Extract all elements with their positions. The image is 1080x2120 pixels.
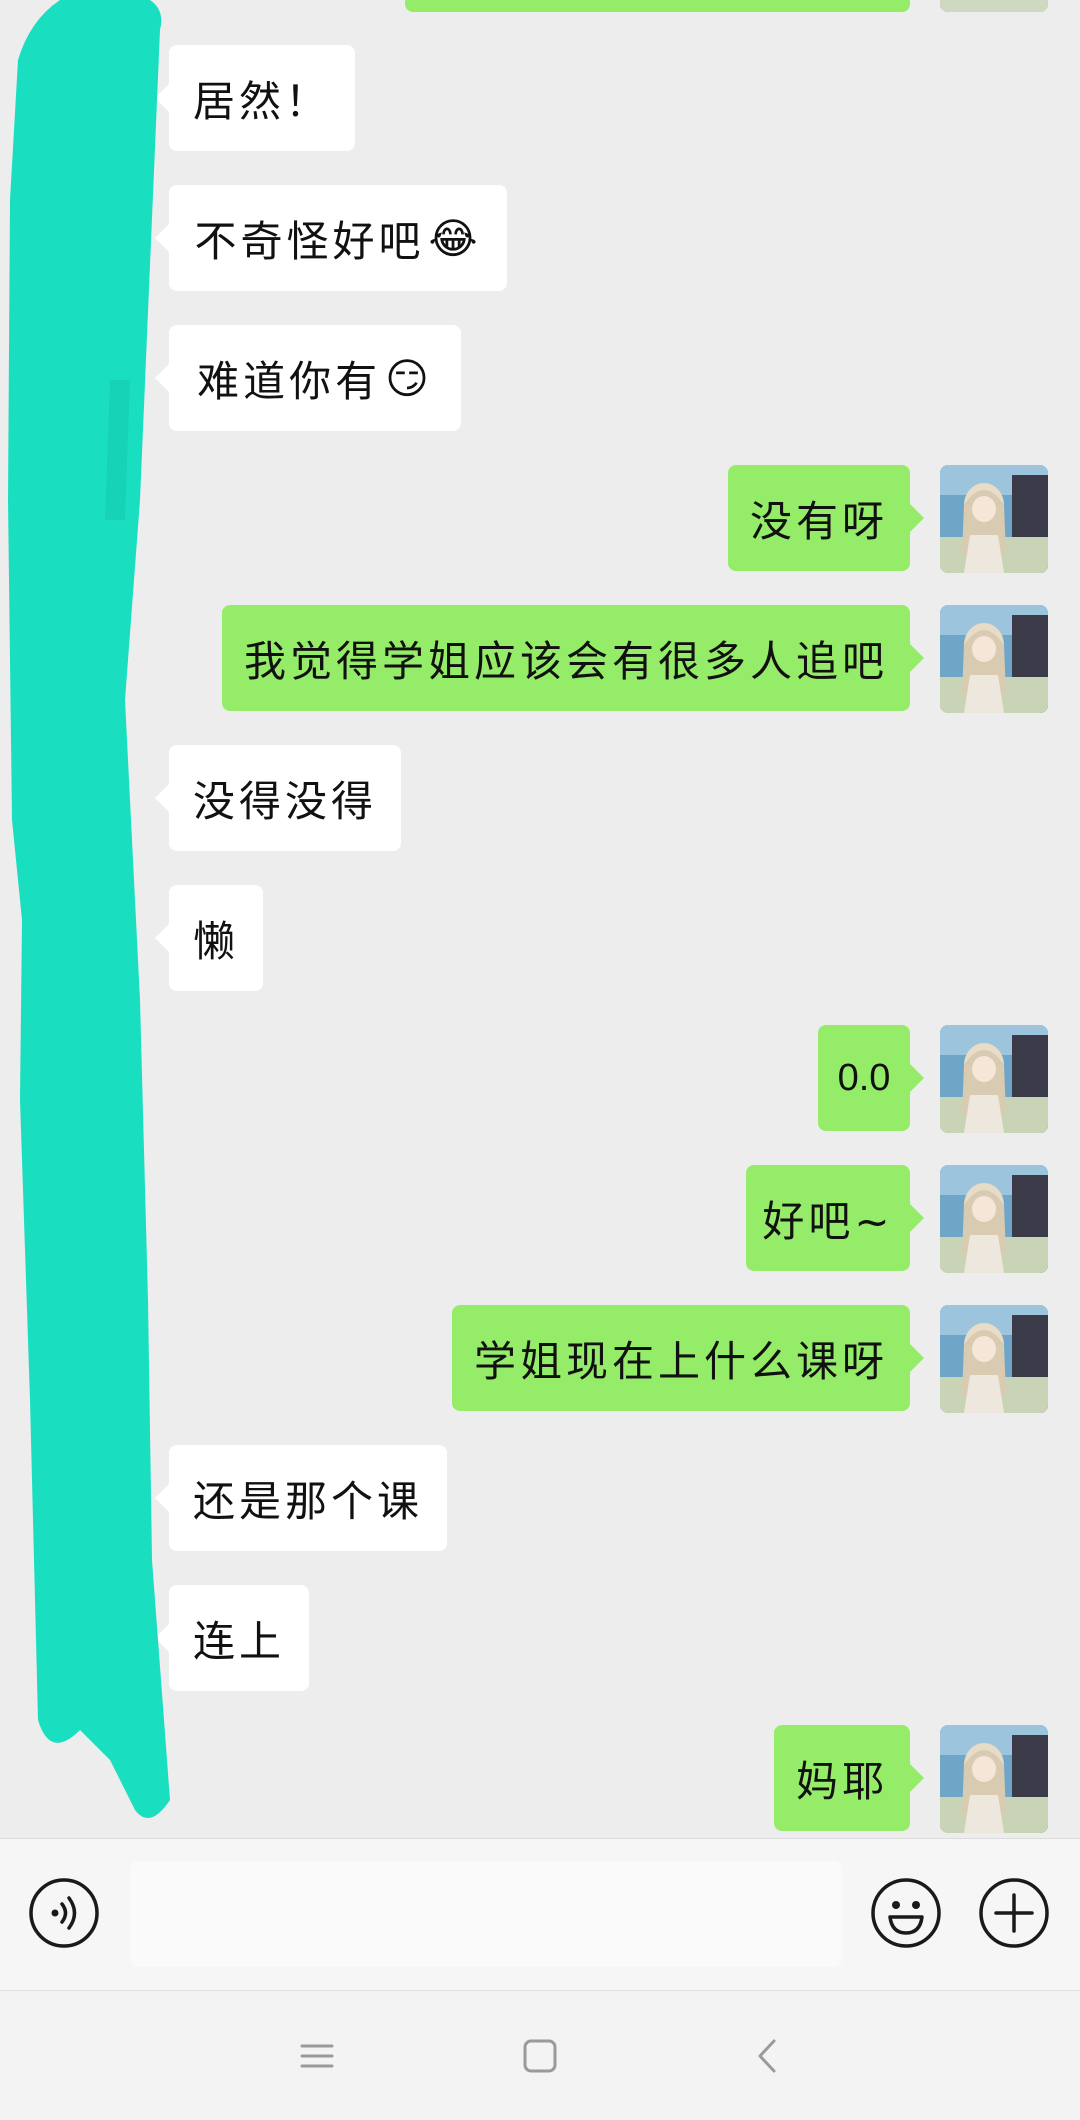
message-bubble[interactable]: 还是那个课 (155, 1445, 447, 1551)
avatar[interactable] (940, 1725, 1048, 1833)
home-icon (523, 2039, 557, 2073)
message-text: 学姐现在上什么课呀 (473, 1336, 888, 1386)
message-bubble[interactable]: 难道你有 😏 (155, 325, 461, 431)
emoji-button[interactable] (870, 1877, 942, 1949)
message-text: 没得没得 (192, 776, 377, 826)
emoji-icon (871, 1878, 941, 1948)
more-button[interactable] (978, 1877, 1050, 1949)
nav-home-button[interactable] (515, 2031, 565, 2081)
avatar[interactable] (940, 465, 1048, 573)
avatar[interactable] (940, 605, 1048, 713)
message-bubble[interactable]: 没有呀 (728, 465, 924, 571)
tears-of-joy-emoji-icon: 😂 (428, 213, 482, 263)
message-input[interactable] (130, 1861, 842, 1967)
avatar[interactable] (940, 1305, 1048, 1413)
message-bubble[interactable]: 妈耶 (774, 1725, 924, 1831)
message-text: 居然！ (192, 76, 331, 126)
message-bubble[interactable]: 0.0 (818, 1025, 924, 1131)
avatar[interactable] (940, 1165, 1048, 1273)
message-bubble[interactable]: 学姐现在上什么课呀 (452, 1305, 924, 1411)
nav-back-button[interactable] (742, 2031, 792, 2081)
menu-icon (300, 2044, 334, 2068)
voice-button[interactable] (28, 1877, 100, 1949)
message-text: 难道你有 (197, 356, 382, 406)
plus-icon (979, 1878, 1049, 1948)
message-text: 好吧~ (762, 1196, 894, 1246)
voice-icon (29, 1878, 99, 1948)
input-bar (0, 1838, 1080, 1990)
message-bubble[interactable]: 我觉得学姐应该会有很多人追吧 (222, 605, 924, 711)
avatar[interactable] (940, 1025, 1048, 1133)
message-bubble-partial[interactable] (405, 0, 910, 12)
message-text: 不奇怪好吧 (194, 216, 425, 266)
smirk-emoji-icon: 😏 (385, 353, 433, 403)
avatar-partial[interactable] (940, 0, 1048, 12)
message-text: 我觉得学姐应该会有很多人追吧 (243, 636, 888, 686)
message-bubble[interactable]: 没得没得 (155, 745, 401, 851)
message-text: 妈耶 (795, 1756, 888, 1806)
nav-menu-button[interactable] (292, 2031, 342, 2081)
message-text: 连上 (192, 1616, 285, 1666)
back-icon (758, 2039, 776, 2073)
message-bubble[interactable]: 不奇怪好吧 😂 (155, 185, 507, 291)
chat-area[interactable]: 居然！ 不奇怪好吧 😂 难道你有 😏 没有呀 我觉得学姐应该会有很多人追吧 没得… (0, 0, 1080, 1838)
redaction-scribble (8, 0, 170, 1818)
system-nav-bar (0, 1990, 1080, 2120)
message-bubble[interactable]: 好吧~ (746, 1165, 924, 1271)
message-text: 0.0 (837, 1056, 891, 1099)
message-text: 还是那个课 (192, 1476, 423, 1526)
message-text: 没有呀 (749, 496, 888, 546)
